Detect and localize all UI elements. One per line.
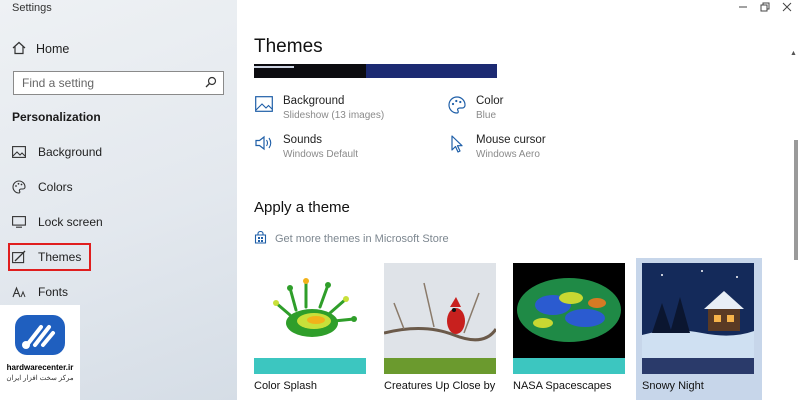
theme-tile-color-splash[interactable]: Color Splash <box>254 263 368 400</box>
minimize-icon <box>739 6 747 8</box>
store-link-label: Get more themes in Microsoft Store <box>275 233 449 245</box>
cursor-icon <box>448 135 466 153</box>
color-setting[interactable]: Color Blue <box>448 95 503 121</box>
minimize-button[interactable] <box>732 0 754 14</box>
theme-color-bar <box>384 358 496 374</box>
search-icon[interactable] <box>205 76 217 91</box>
mouse-cursor-label: Mouse cursor <box>476 134 546 146</box>
sidebar-item-label: Lock screen <box>38 215 103 229</box>
home-label: Home <box>36 42 70 56</box>
theme-preview <box>254 64 497 78</box>
scrollbar-thumb[interactable] <box>794 140 798 260</box>
theme-color-bar <box>642 358 754 374</box>
image-icon <box>12 145 26 159</box>
theme-color-bar <box>513 358 625 374</box>
sidebar-item-label: Background <box>38 145 103 159</box>
color-label: Color <box>476 95 504 107</box>
theme-tile-snowy-night[interactable]: Snowy Night <box>636 258 762 400</box>
theme-name: Color Splash <box>254 380 317 392</box>
theme-thumbnail <box>254 263 366 358</box>
background-setting[interactable]: Background Slideshow (13 images) <box>255 95 384 121</box>
theme-name: NASA Spacescapes <box>513 380 612 392</box>
theme-name: Snowy Night <box>642 380 704 392</box>
speaker-icon <box>255 135 273 153</box>
sounds-value: Windows Default <box>283 149 359 160</box>
palette-icon <box>448 96 466 114</box>
theme-tile-creatures-up-close[interactable]: Creatures Up Close by <box>384 263 498 400</box>
search-input[interactable]: Find a setting <box>13 71 224 95</box>
close-icon <box>782 2 792 12</box>
sidebar-item-label: Colors <box>38 180 73 194</box>
monitor-icon <box>12 215 26 229</box>
close-button[interactable] <box>776 0 798 14</box>
sidebar-item-lock-screen[interactable]: Lock screen <box>12 210 103 234</box>
sidebar-item-label: Fonts <box>38 285 69 299</box>
logo-mark-icon <box>15 315 65 355</box>
brush-icon <box>12 250 26 264</box>
get-more-themes-link[interactable]: Get more themes in Microsoft Store <box>254 230 449 247</box>
restore-icon <box>760 2 770 12</box>
search-placeholder: Find a setting <box>22 76 95 90</box>
home-nav-item[interactable]: Home <box>12 38 69 60</box>
color-value: Blue <box>476 110 497 121</box>
section-title: Personalization <box>12 110 101 124</box>
sounds-label: Sounds <box>283 134 323 146</box>
app-title: Settings <box>12 2 52 14</box>
mouse-cursor-value: Windows Aero <box>476 149 540 160</box>
scroll-up-arrow-icon[interactable]: ▲ <box>790 50 797 57</box>
background-label: Background <box>283 95 345 107</box>
mouse-cursor-setting[interactable]: Mouse cursor Windows Aero <box>448 134 546 160</box>
theme-color-bar <box>254 358 366 374</box>
theme-thumbnail <box>642 263 754 358</box>
sidebar-item-colors[interactable]: Colors <box>12 175 73 199</box>
logo-name: hardwarecenter.ir <box>6 363 74 372</box>
restore-button[interactable] <box>754 0 776 14</box>
apply-theme-title: Apply a theme <box>254 199 350 216</box>
hardwarecenter-logo: hardwarecenter.ir مرکز سخت افزار ایران <box>0 305 80 400</box>
palette-icon <box>12 180 26 194</box>
sidebar-item-background[interactable]: Background <box>12 140 102 164</box>
font-icon <box>12 285 26 299</box>
sidebar: Settings Home Find a setting Personaliza… <box>0 0 237 400</box>
home-icon <box>12 41 26 58</box>
image-icon <box>255 96 273 114</box>
sidebar-item-fonts[interactable]: Fonts <box>12 280 68 304</box>
sounds-setting[interactable]: Sounds Windows Default <box>255 134 358 160</box>
store-icon <box>254 230 267 247</box>
sidebar-item-themes[interactable]: Themes <box>8 243 92 271</box>
theme-name: Creatures Up Close by <box>384 380 496 392</box>
page-title: Themes <box>254 36 323 57</box>
background-value: Slideshow (13 images) <box>283 110 385 121</box>
theme-thumbnail <box>384 263 496 358</box>
theme-thumbnail <box>513 263 625 358</box>
sidebar-item-label: Themes <box>38 250 82 264</box>
theme-tile-nasa-spacescapes[interactable]: NASA Spacescapes <box>513 263 627 400</box>
logo-subtitle: مرکز سخت افزار ایران <box>6 375 74 382</box>
